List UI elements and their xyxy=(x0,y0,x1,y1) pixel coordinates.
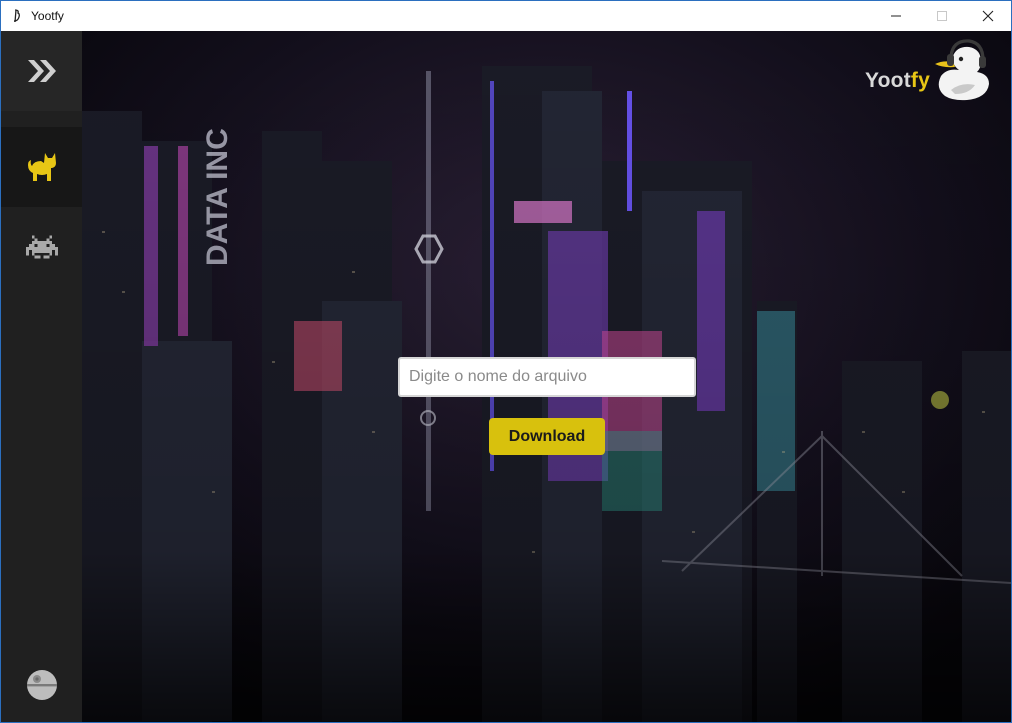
double-chevron-right-icon xyxy=(27,60,56,82)
window-title: Yootfy xyxy=(31,9,64,23)
sidebar-item-death-star[interactable] xyxy=(1,646,82,722)
duck-headphones-icon xyxy=(935,39,989,101)
maximize-button[interactable] xyxy=(919,1,965,31)
sidebar xyxy=(1,31,82,722)
title-bar[interactable]: Yootfy xyxy=(1,0,1011,31)
sidebar-item-cat[interactable] xyxy=(1,127,82,207)
space-invader-icon xyxy=(25,235,58,259)
minimize-icon xyxy=(891,15,901,17)
download-button[interactable]: Download xyxy=(489,418,605,455)
cat-icon xyxy=(27,153,56,181)
app-window: Yootfy Yootfy Digite o nome do arquivo D… xyxy=(0,0,1012,723)
filename-input[interactable] xyxy=(398,357,696,397)
death-star-icon xyxy=(26,670,57,700)
main-content: DATA INC xyxy=(82,31,1011,722)
brand-name-part2: fy xyxy=(910,69,930,92)
app-icon xyxy=(13,9,20,23)
maximize-icon xyxy=(937,11,947,21)
minimize-button[interactable] xyxy=(873,1,919,31)
close-button[interactable] xyxy=(965,1,1011,31)
sidebar-item-invader[interactable] xyxy=(1,207,82,287)
close-icon xyxy=(982,10,994,22)
brand-logo: Yootfy xyxy=(865,57,930,105)
sidebar-toggle-button[interactable] xyxy=(1,31,82,111)
brand-name: Yootfy xyxy=(865,69,930,93)
brand-name-part1: Yoot xyxy=(865,69,911,92)
